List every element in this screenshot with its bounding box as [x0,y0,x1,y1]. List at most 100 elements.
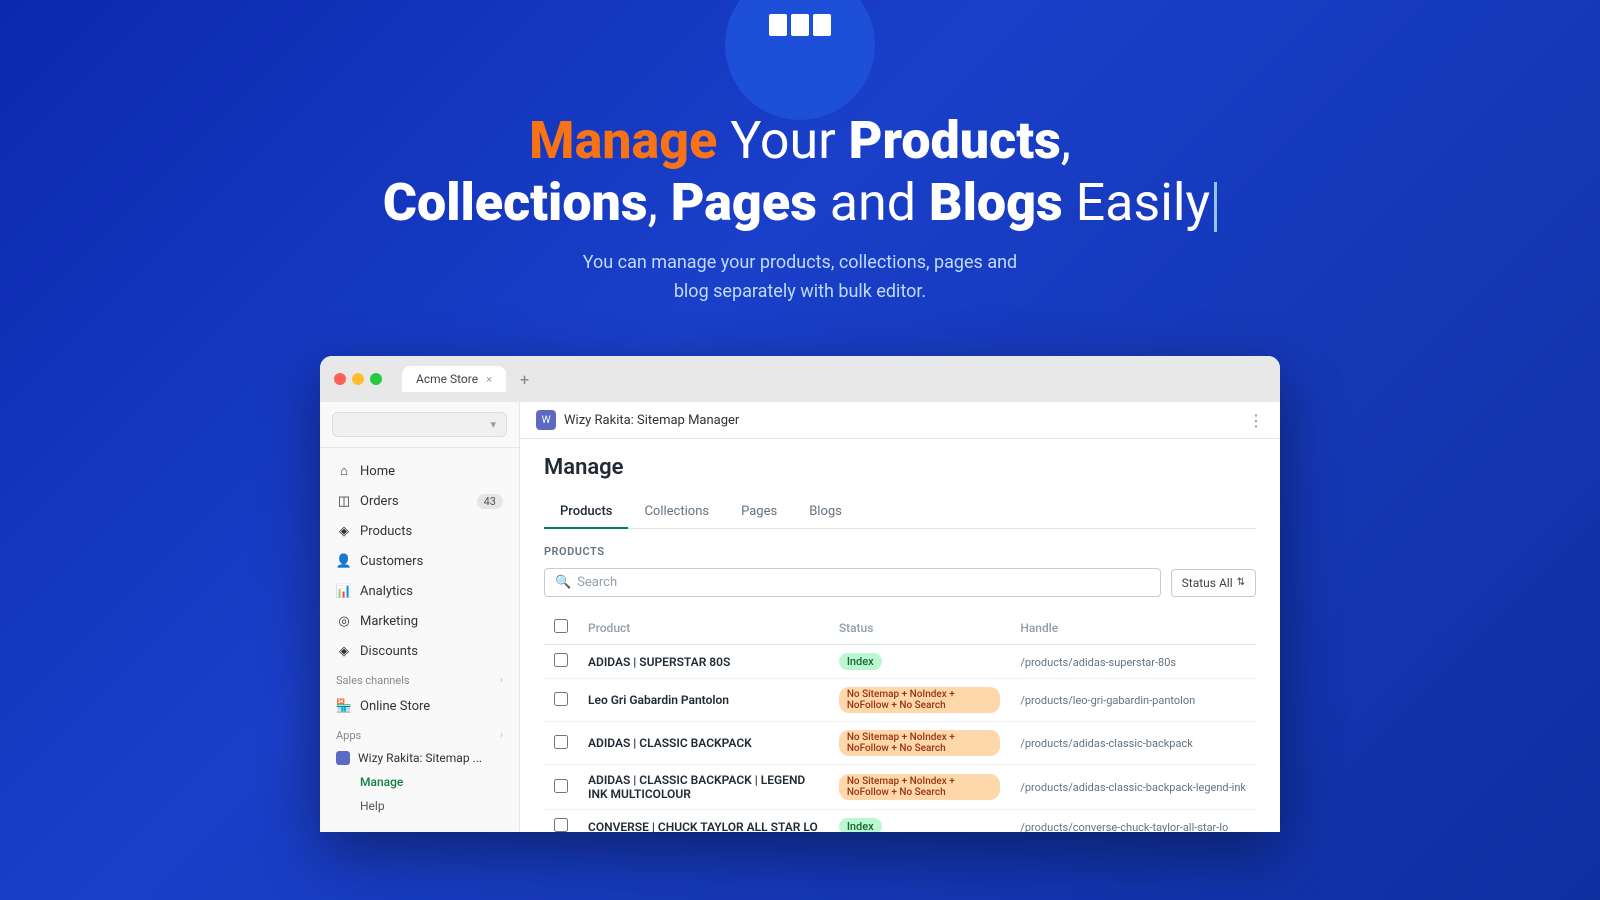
browser-wrapper: Acme Store × + ▾ ⌂ Home [0,356,1600,832]
subheadline-line2: blog separately with bulk editor. [674,281,926,302]
row-product-name-4: CONVERSE | CHUCK TAYLOR ALL STAR LO [578,810,829,833]
row-handle-2: /products/adidas-classic-backpack [1010,722,1256,765]
headline-and: and [817,172,929,233]
wizy-app-icon [336,751,350,765]
subheadline-line1: You can manage your products, collection… [583,252,1017,273]
sidebar-subitem-manage-label: Manage [360,775,403,789]
row-product-name-0: ADIDAS | SUPERSTAR 80S [578,645,829,679]
tab-pages[interactable]: Pages [725,496,793,529]
sidebar-item-orders-label: Orders [360,494,399,509]
sidebar-item-analytics-label: Analytics [360,584,413,599]
subheadline: You can manage your products, collection… [20,249,1580,307]
status-badge-3: No Sitemap + NoIndex + NoFollow + No Sea… [839,774,1001,800]
status-badge-2: No Sitemap + NoIndex + NoFollow + No Sea… [839,730,1001,756]
main-content: W Wizy Rakita: Sitemap Manager ⋮ Manage … [520,402,1280,832]
browser-window: Acme Store × + ▾ ⌂ Home [320,356,1280,832]
orders-icon: ◫ [336,493,352,509]
row-handle-1: /products/leo-gri-gabardin-pantolon [1010,679,1256,722]
headline-blogs: Blogs [929,172,1063,233]
sidebar-item-home-label: Home [360,464,395,479]
orders-badge: 43 [477,494,503,509]
table-header-status: Status [829,611,1011,645]
row-checkbox-4[interactable] [554,818,568,832]
products-table: Product Status Handle ADIDAS | SUPERSTAR… [544,611,1256,832]
select-all-checkbox[interactable] [554,619,568,633]
table-row: Leo Gri Gabardin Pantolon No Sitemap + N… [544,679,1256,722]
headline-manage: Manage [529,110,717,171]
sales-channels-chevron[interactable]: › [500,675,503,686]
row-status-1: No Sitemap + NoIndex + NoFollow + No Sea… [829,679,1011,722]
tab-close-button[interactable]: × [486,373,492,386]
table-row: ADIDAS | SUPERSTAR 80S Index /products/a… [544,645,1256,679]
topbar-menu-icon[interactable]: ⋮ [1248,411,1264,430]
headline-line2: Collections, Pages and Blogs Easily [20,172,1580,234]
sales-channels-label: Sales channels [336,674,410,687]
traffic-light-yellow[interactable] [352,373,364,385]
sidebar-subitem-help-label: Help [360,799,385,813]
tab-blogs[interactable]: Blogs [793,496,858,529]
sidebar-item-online-store-label: Online Store [360,699,430,714]
traffic-light-green[interactable] [370,373,382,385]
sidebar-subitem-manage[interactable]: Manage [320,770,519,794]
sidebar-item-orders[interactable]: ◫ Orders 43 [320,486,519,516]
sidebar-item-customers-label: Customers [360,554,423,569]
customers-icon: 👤 [336,553,352,569]
status-filter-label: Status All [1182,576,1233,590]
status-filter-dropdown[interactable]: Status All ⇅ [1171,569,1256,597]
status-badge-4: Index [839,818,882,832]
search-placeholder: Search [577,575,617,590]
apps-section-header: Apps › [320,721,519,746]
sidebar-item-marketing[interactable]: ◎ Marketing [320,606,519,636]
headline-collections: Collections [383,172,648,233]
sales-channels-section: Sales channels › [320,666,519,691]
sidebar-item-products-label: Products [360,524,412,539]
table-row: CONVERSE | CHUCK TAYLOR ALL STAR LO Inde… [544,810,1256,833]
table-header-checkbox [544,611,578,645]
tab-products[interactable]: Products [544,496,628,529]
tab-new-button[interactable]: + [520,370,529,389]
row-product-name-1: Leo Gri Gabardin Pantolon [578,679,829,722]
sidebar-subitem-help[interactable]: Help [320,794,519,818]
cursor-bar [1214,182,1217,232]
logo-area [0,0,1600,80]
tab-collections[interactable]: Collections [628,496,725,529]
app-layout: ▾ ⌂ Home ◫ Orders 43 [320,402,1280,832]
row-status-3: No Sitemap + NoIndex + NoFollow + No Sea… [829,765,1011,810]
sidebar-item-wizy-label: Wizy Rakita: Sitemap ... [358,751,482,765]
sidebar: ▾ ⌂ Home ◫ Orders 43 [320,402,520,832]
sidebar-search-input[interactable]: ▾ [332,412,507,437]
row-handle-3: /products/adidas-classic-backpack-legend… [1010,765,1256,810]
sidebar-item-online-store[interactable]: 🏪 Online Store [320,691,519,721]
manage-title: Manage [544,455,1256,480]
sidebar-item-discounts[interactable]: ◈ Discounts [320,636,519,666]
sidebar-item-marketing-label: Marketing [360,614,418,629]
sidebar-item-home[interactable]: ⌂ Home [320,456,519,486]
row-checkbox-cell-1 [544,679,578,722]
sidebar-item-wizy-rakita[interactable]: Wizy Rakita: Sitemap ... [320,746,519,770]
table-header-product: Product [578,611,829,645]
browser-tab[interactable]: Acme Store × [402,366,506,392]
row-status-4: Index [829,810,1011,833]
apps-chevron[interactable]: › [500,730,503,741]
row-handle-0: /products/adidas-superstar-80s [1010,645,1256,679]
row-checkbox-1[interactable] [554,692,568,706]
sidebar-item-products[interactable]: ◈ Products [320,516,519,546]
sidebar-search-chevron: ▾ [490,418,496,431]
row-checkbox-0[interactable] [554,653,568,667]
traffic-light-red[interactable] [334,373,346,385]
discounts-icon: ◈ [336,643,352,659]
row-checkbox-3[interactable] [554,779,568,793]
sidebar-item-customers[interactable]: 👤 Customers [320,546,519,576]
filters-row: 🔍 Search Status All ⇅ [544,568,1256,597]
row-product-name-2: ADIDAS | CLASSIC BACKPACK [578,722,829,765]
row-checkbox-2[interactable] [554,735,568,749]
row-checkbox-cell-2 [544,722,578,765]
app-topbar-name: Wizy Rakita: Sitemap Manager [564,413,739,428]
search-icon: 🔍 [555,575,571,590]
row-handle-4: /products/converse-chuck-taylor-all-star… [1010,810,1256,833]
products-icon: ◈ [336,523,352,539]
sidebar-item-analytics[interactable]: 📊 Analytics [320,576,519,606]
products-search-box[interactable]: 🔍 Search [544,568,1161,597]
status-badge-1: No Sitemap + NoIndex + NoFollow + No Sea… [839,687,1001,713]
section-label: PRODUCTS [544,545,1256,558]
